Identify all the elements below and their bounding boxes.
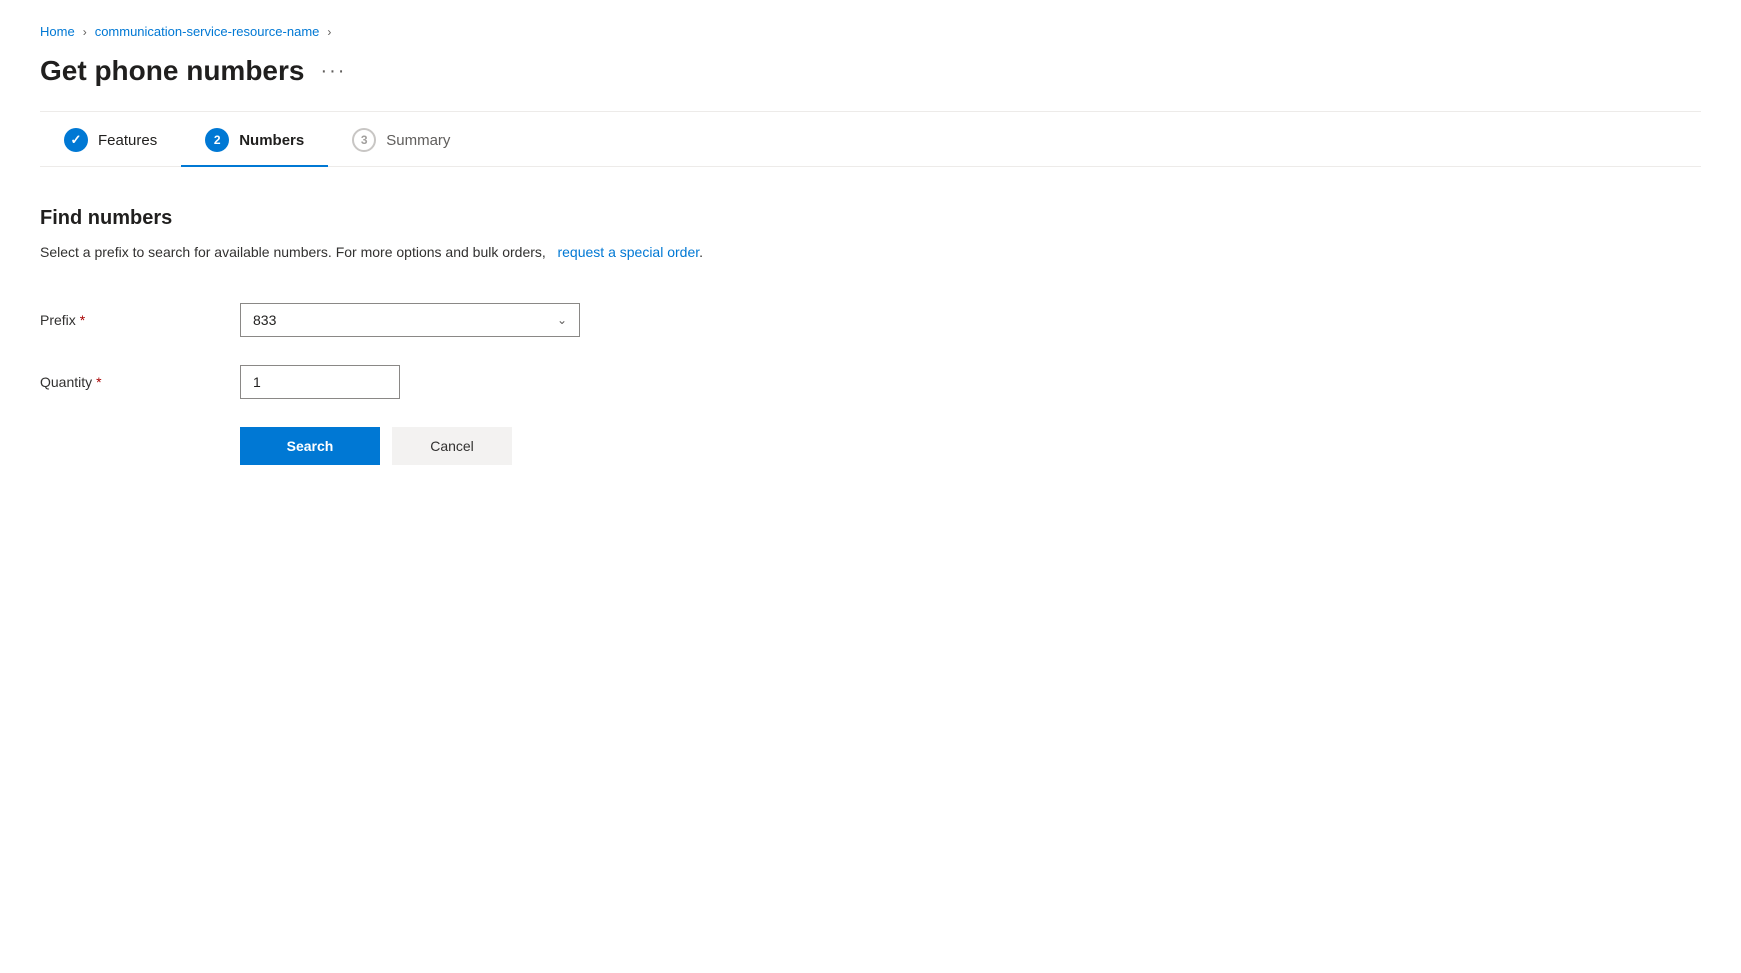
page-menu-dots[interactable]: ··· [320,60,346,83]
breadcrumb: Home › communication-service-resource-na… [40,24,1701,39]
breadcrumb-separator-2: › [327,25,331,39]
form-buttons: Search Cancel [40,427,1701,465]
description-text: Select a prefix to search for available … [40,244,546,260]
page-title-row: Get phone numbers ··· [40,55,1701,87]
checkmark-icon: ✓ [71,132,82,148]
tab-features[interactable]: ✓ Features [40,112,181,166]
prefix-row: Prefix * 833 ⌄ [40,303,1701,337]
step-number-numbers: 2 [214,133,221,147]
step-circle-numbers: 2 [205,128,229,152]
find-numbers-title: Find numbers [40,207,1701,230]
tab-numbers[interactable]: 2 Numbers [181,112,328,166]
quantity-input[interactable] [240,365,400,399]
cancel-button[interactable]: Cancel [392,427,512,465]
step-circle-features: ✓ [64,128,88,152]
step-number-summary: 3 [361,133,368,147]
tab-numbers-label: Numbers [239,132,304,149]
breadcrumb-home[interactable]: Home [40,24,75,39]
prefix-label: Prefix * [40,312,240,328]
tab-features-label: Features [98,132,157,149]
breadcrumb-separator-1: › [83,25,87,39]
wizard-tabs: ✓ Features 2 Numbers 3 Summary [40,112,1701,167]
tab-summary[interactable]: 3 Summary [328,112,474,166]
quantity-required: * [96,374,101,390]
find-numbers-description: Select a prefix to search for available … [40,242,1701,263]
prefix-dropdown-value: 833 [253,312,276,328]
quantity-label: Quantity * [40,374,240,390]
chevron-down-icon: ⌄ [557,313,567,327]
quantity-row: Quantity * [40,365,1701,399]
prefix-required: * [80,312,85,328]
quantity-control [240,365,580,399]
find-numbers-section: Find numbers Select a prefix to search f… [40,207,1701,465]
tab-summary-label: Summary [386,132,450,149]
description-end: . [699,244,703,260]
search-button[interactable]: Search [240,427,380,465]
step-circle-summary: 3 [352,128,376,152]
prefix-control: 833 ⌄ [240,303,580,337]
prefix-dropdown[interactable]: 833 ⌄ [240,303,580,337]
special-order-link[interactable]: request a special order [557,244,699,260]
page-title: Get phone numbers [40,55,304,87]
breadcrumb-resource[interactable]: communication-service-resource-name [95,24,320,39]
